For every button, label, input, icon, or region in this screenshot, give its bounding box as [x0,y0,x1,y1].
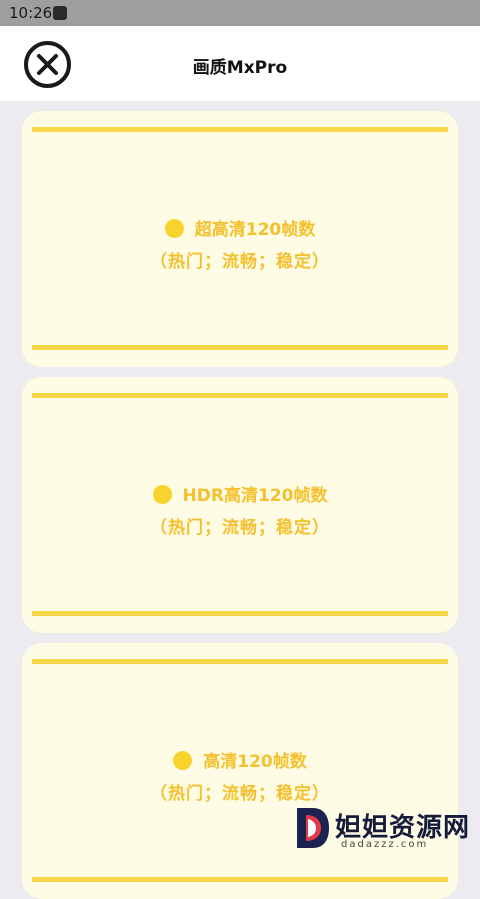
option-label-row: 高清120帧数 [22,747,458,772]
option-label-row: 超高清120帧数 [22,215,458,240]
card-bottom-line [32,345,448,350]
option-card-hdr-120fps[interactable]: HDR高清120帧数 （热门；流畅；稳定） [22,377,458,633]
watermark-url: dadazzz.com [341,839,429,850]
option-subtitle: （热门；流畅；稳定） [150,252,330,272]
watermark-logo-icon [297,808,329,848]
notification-app-icon [53,6,67,20]
option-bullet-icon [164,219,184,238]
option-subtitle: （热门；流畅；稳定） [150,784,330,804]
watermark: 妲妲资源网 dadazzz.com [293,803,480,853]
status-bar: 10:26 [0,0,480,26]
status-time: 10:26 [9,4,53,22]
page-title: 画质MxPro [192,58,288,78]
card-bottom-line [32,877,448,882]
option-bullet-icon [173,751,193,770]
card-top-line [32,127,448,132]
option-label: 超高清120帧数 [194,220,316,240]
option-label: HDR高清120帧数 [182,486,328,506]
card-bottom-line [32,611,448,616]
card-top-line [32,659,448,664]
option-card-ultra-hd-120fps[interactable]: 超高清120帧数 （热门；流畅；稳定） [22,111,458,367]
option-label-row: HDR高清120帧数 [22,481,458,506]
option-label: 高清120帧数 [203,752,307,772]
option-card-hd-120fps[interactable]: 高清120帧数 （热门；流畅；稳定） [22,643,458,899]
top-bar: 画质MxPro [0,26,480,101]
option-bullet-icon [152,485,172,504]
card-top-line [32,393,448,398]
option-subtitle: （热门；流畅；稳定） [150,518,330,538]
